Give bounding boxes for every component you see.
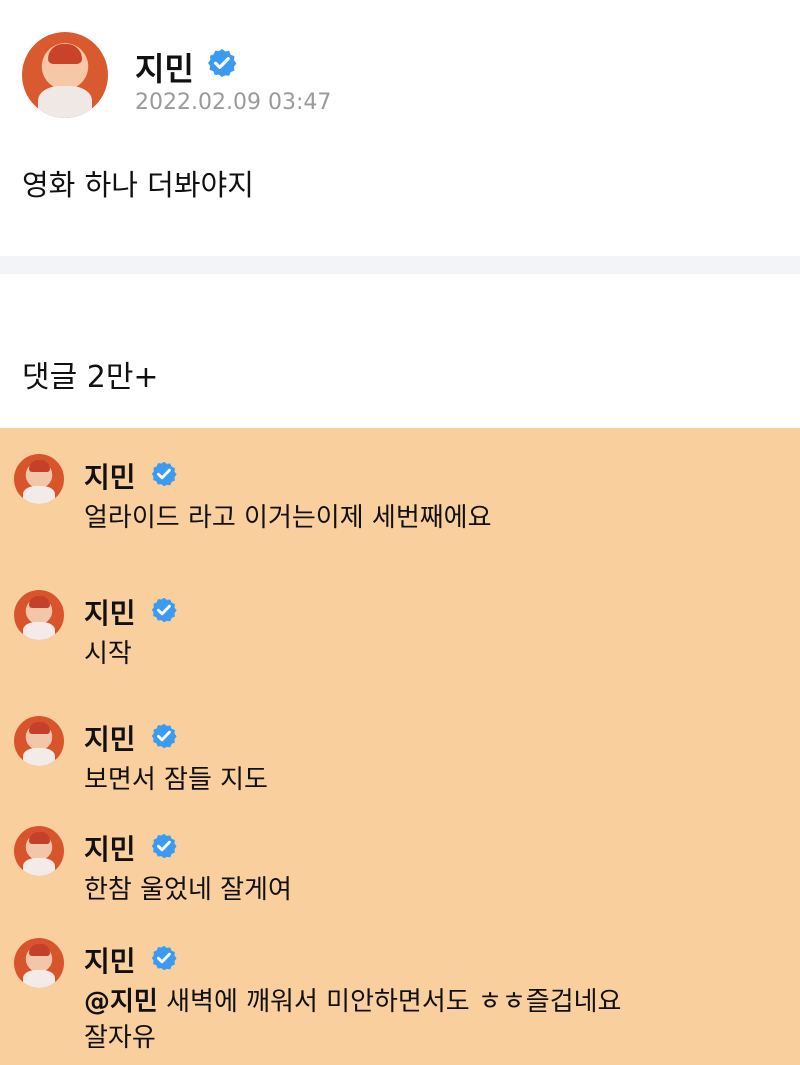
comment-author-name[interactable]: 지민 (84, 718, 136, 758)
comment-avatar[interactable] (14, 716, 64, 766)
comment-text: 시작 (84, 639, 132, 669)
author-avatar[interactable] (22, 32, 108, 118)
highlighted-comments-panel: 지민 얼라이드 라고 이거는이제 세번째에요 지민 시작 지민 보면서 잠들 지… (0, 428, 800, 1065)
comment-text: @지민 새벽에 깨워서 미안하면서도 ㅎㅎ즐겁네요 잘자유 (84, 984, 784, 1056)
comment-author-name[interactable]: 지민 (84, 940, 136, 980)
post-author-name[interactable]: 지민 (135, 44, 194, 90)
verified-badge-icon (150, 944, 178, 972)
verified-badge-icon (150, 832, 178, 860)
verified-badge-icon (150, 722, 178, 750)
post-body-text: 영화 하나 더봐야지 (22, 168, 254, 202)
comment-avatar[interactable] (14, 590, 64, 640)
comment-avatar[interactable] (14, 454, 64, 504)
verified-badge-icon (206, 47, 238, 79)
comment-mention[interactable]: @지민 (84, 987, 158, 1017)
comment-avatar[interactable] (14, 826, 64, 876)
comment-avatar[interactable] (14, 938, 64, 988)
comment-text: 한참 울었네 잘게여 (84, 875, 292, 905)
post-timestamp: 2022.02.09 03:47 (135, 90, 332, 115)
verified-badge-icon (150, 596, 178, 624)
comment-text-line1: 새벽에 깨워서 미안하면서도 ㅎㅎ즐겁네요 (157, 987, 622, 1017)
section-divider (0, 256, 800, 274)
comment-author-name[interactable]: 지민 (84, 592, 136, 632)
comments-count-title: 댓글 2만+ (22, 360, 159, 395)
comment-text-line2: 잘자유 (84, 1023, 156, 1053)
comment-text: 얼라이드 라고 이거는이제 세번째에요 (84, 503, 492, 533)
verified-badge-icon (150, 460, 178, 488)
comment-text: 보면서 잠들 지도 (84, 765, 268, 795)
post-header: 지민 2022.02.09 03:47 (22, 32, 782, 124)
comment-author-name[interactable]: 지민 (84, 828, 136, 868)
comment-author-name[interactable]: 지민 (84, 456, 136, 496)
